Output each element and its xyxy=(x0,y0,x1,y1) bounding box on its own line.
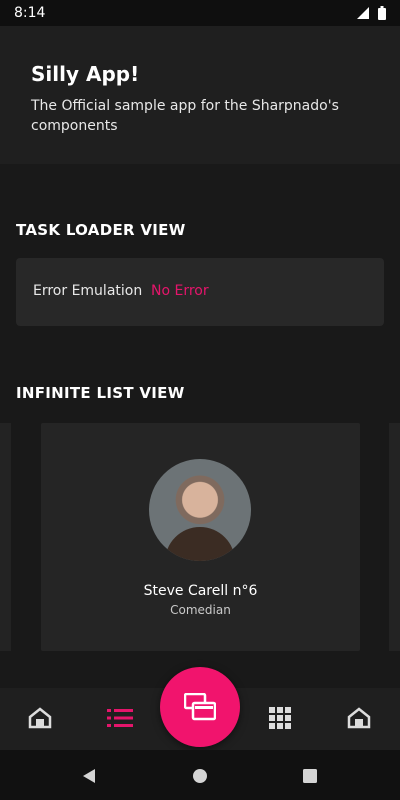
tab-grid[interactable] xyxy=(264,702,296,734)
previous-card[interactable] xyxy=(0,423,11,651)
home-icon xyxy=(347,707,371,729)
back-icon[interactable] xyxy=(80,766,100,786)
person-role: Comedian xyxy=(170,603,231,617)
app-subtitle: The Official sample app for the Sharpnad… xyxy=(31,98,339,134)
error-emulation-card[interactable]: Error Emulation No Error xyxy=(16,258,384,326)
person-card[interactable]: Steve Carell n°6 Comedian xyxy=(41,423,360,651)
status-time: 8:14 xyxy=(14,5,46,21)
error-emulation-label: Error Emulation xyxy=(33,283,143,299)
infinite-list[interactable]: Steve Carell n°6 Comedian xyxy=(0,423,400,651)
list-icon xyxy=(107,709,133,727)
infinite-list-section-title: INFINITE LIST VIEW xyxy=(16,384,185,402)
floating-action-button[interactable] xyxy=(160,667,240,747)
avatar xyxy=(149,459,251,561)
person-name: Steve Carell n°6 xyxy=(143,583,258,599)
app-header-card: Silly App! The Official sample app for t… xyxy=(0,26,400,164)
system-navigation-bar xyxy=(0,750,400,800)
signal-icon xyxy=(357,7,369,19)
home-button-icon[interactable] xyxy=(190,766,210,786)
app-title: Silly App! xyxy=(31,62,140,86)
tab-home-2[interactable] xyxy=(343,702,375,734)
battery-icon xyxy=(378,6,386,20)
copy-windows-icon xyxy=(184,693,216,721)
error-emulation-value[interactable]: No Error xyxy=(151,283,209,299)
grid-icon xyxy=(269,707,291,729)
tab-list[interactable] xyxy=(104,702,136,734)
status-icons xyxy=(356,6,386,20)
task-loader-section-title: TASK LOADER VIEW xyxy=(16,221,186,239)
home-icon xyxy=(28,707,52,729)
next-card[interactable] xyxy=(389,423,400,651)
recents-icon[interactable] xyxy=(300,766,320,786)
tab-home-1[interactable] xyxy=(24,702,56,734)
status-bar: 8:14 xyxy=(0,0,400,26)
avatar-suit-shape xyxy=(165,527,235,561)
